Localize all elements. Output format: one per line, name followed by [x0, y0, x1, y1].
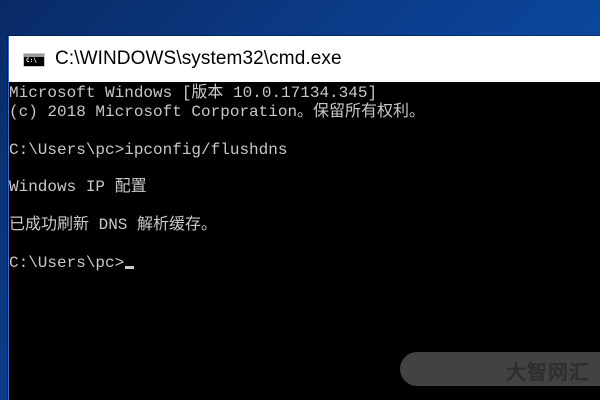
console-prompt-text: C:\Users\pc>	[9, 254, 125, 272]
console-line-version: Microsoft Windows [版本 10.0.17134.345]	[9, 84, 378, 102]
cmd-console-icon[interactable]: C:\	[23, 53, 45, 67]
cmd-window[interactable]: C:\ C:\WINDOWS\system32\cmd.exe Microsof…	[8, 36, 600, 400]
watermark-text: 大智网汇	[506, 360, 590, 384]
window-title: C:\WINDOWS\system32\cmd.exe	[55, 48, 342, 69]
icon-label: C:\	[26, 57, 37, 64]
console-prompt[interactable]: C:\Users\pc>	[9, 254, 135, 273]
window-titlebar[interactable]: C:\ C:\WINDOWS\system32\cmd.exe	[9, 36, 600, 82]
console-line-copyright: (c) 2018 Microsoft Corporation。保留所有权利。	[9, 103, 426, 121]
console-line-flush-result: 已成功刷新 DNS 解析缓存。	[9, 216, 218, 234]
text-cursor	[125, 266, 135, 269]
desktop-background: C:\ C:\WINDOWS\system32\cmd.exe Microsof…	[0, 0, 600, 400]
console-line-ip-config: Windows IP 配置	[9, 178, 147, 196]
console-line-command: C:\Users\pc>ipconfig/flushdns	[9, 141, 288, 159]
